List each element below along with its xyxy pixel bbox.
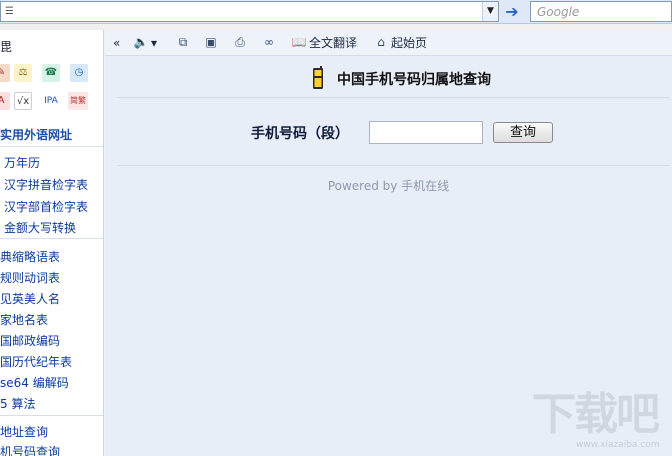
sidebar-link[interactable]: 汉字部首检字表 (4, 198, 88, 215)
address-bar-row: ☰ ▼ ➔ Google (0, 0, 672, 24)
home-label: 起始页 (391, 36, 428, 50)
divider (117, 97, 669, 98)
address-dropdown-button[interactable]: ▼ (482, 2, 498, 21)
google-search-placeholder: Google (537, 5, 580, 19)
powered-by-text: Powered by 手机在线 (327, 179, 450, 193)
sidebar-link[interactable]: se64 编解码 (0, 374, 69, 391)
square-root-icon[interactable]: √x (14, 92, 32, 110)
sidebar-link[interactable]: 国历代纪年表 (0, 353, 72, 370)
save-icon[interactable]: ▣ (203, 34, 221, 52)
telephone-icon[interactable]: ☎ (42, 64, 60, 82)
find-binoculars-icon[interactable]: ∞ (261, 34, 279, 52)
dictionary-icon[interactable]: A (0, 92, 10, 110)
sidebar-link[interactable]: 地址查询 (0, 423, 48, 440)
collapse-sidebar-icon[interactable]: « (113, 34, 120, 52)
tool-icon[interactable]: ✎ (0, 64, 10, 82)
sidebar-link[interactable]: 规则动词表 (0, 269, 60, 286)
sidebar-section-title[interactable]: 实用外语网址 (0, 126, 72, 143)
sidebar-divider (0, 146, 103, 147)
page-title: 中国手机号码归属地查询 (337, 72, 491, 88)
sidebar-divider (0, 238, 103, 239)
phone-number-input[interactable] (369, 121, 483, 144)
ipa-icon[interactable]: IPA (40, 92, 62, 110)
page-icon: ☰ (5, 6, 14, 17)
phone-number-label: 手机号码（段） (251, 126, 349, 142)
mobile-phone-icon (313, 66, 323, 89)
sidebar-link[interactable]: 汉字拼音检字表 (4, 176, 88, 193)
simplified-traditional-icon[interactable]: 简繁 (68, 92, 88, 110)
sidebar-link[interactable]: 机号码查询 (0, 443, 60, 456)
query-button[interactable]: 查询 (493, 122, 553, 143)
watermark-url: www.xiazaiba.com (576, 440, 660, 450)
copy-icon[interactable]: ⧉ (175, 34, 193, 52)
go-arrow-icon[interactable]: ➔ (502, 2, 522, 21)
sidebar-divider (0, 415, 103, 416)
sidebar-link[interactable]: 家地名表 (0, 311, 48, 328)
divider (117, 165, 669, 166)
simplified-traditional-label: 简繁 (70, 96, 86, 105)
speaker-icon[interactable]: 🔈 ▾ (133, 34, 158, 52)
translate-button[interactable]: 📖 全文翻译 (291, 34, 358, 52)
sidebar-link[interactable]: 国邮政编码 (0, 332, 60, 349)
sidebar-link[interactable]: 万年历 (4, 154, 40, 171)
clock-icon[interactable]: ◷ (70, 64, 88, 82)
google-search-input[interactable]: Google (530, 1, 672, 22)
sidebar: 毘 ✎ ⚖ ☎ ◷ A √x IPA 简繁 实用外语网址 万年历 汉字拼音检字表… (0, 30, 104, 456)
translate-label: 全文翻译 (309, 36, 358, 50)
sidebar-link[interactable]: 金额大写转换 (4, 219, 76, 236)
print-icon[interactable]: ⎙ (232, 34, 250, 52)
sidebar-link[interactable]: 5 算法 (0, 395, 35, 412)
watermark: 下载吧 www.xiazaiba.com (532, 390, 670, 454)
sidebar-link[interactable]: 典缩略语表 (0, 248, 60, 265)
home-button[interactable]: ⌂ 起始页 (373, 34, 427, 52)
sidebar-link[interactable]: 见英美人名 (0, 290, 60, 307)
sidebar-heading: 毘 (0, 40, 13, 54)
watermark-text: 下载吧 (532, 389, 660, 440)
home-icon: ⌂ (377, 35, 385, 49)
ipa-icon-label: IPA (44, 96, 58, 106)
scales-icon[interactable]: ⚖ (14, 64, 32, 82)
book-icon: 📖 (291, 35, 307, 49)
address-field[interactable]: ☰ ▼ (0, 1, 499, 22)
toolbar: « 🔈 ▾ ⧉ ▣ ⎙ ∞ 📖 全文翻译 ⌂ 起始页 (105, 30, 672, 56)
